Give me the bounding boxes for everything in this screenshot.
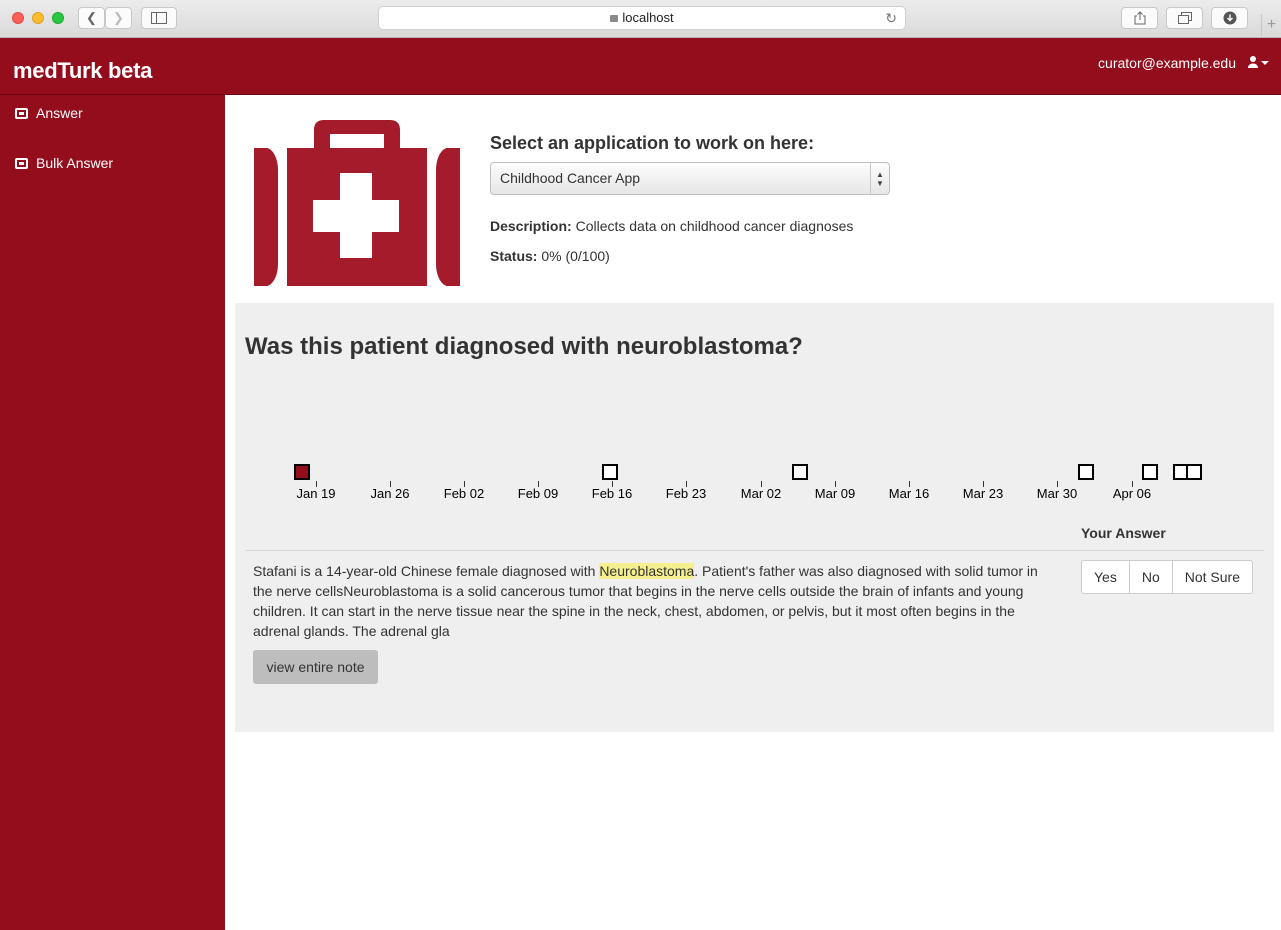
sidebar-toggle-button[interactable] bbox=[141, 7, 177, 29]
application-select-value: Childhood Cancer App bbox=[500, 170, 641, 186]
status-value: 0% (0/100) bbox=[541, 248, 610, 264]
note-text: Stafani is a 14-year-old Chinese female … bbox=[253, 561, 1053, 641]
browser-toolbar: ❮ ❯ localhost ↻ + bbox=[0, 0, 1281, 38]
lock-icon bbox=[610, 15, 619, 22]
forward-button[interactable]: ❯ bbox=[105, 7, 132, 29]
downloads-button[interactable] bbox=[1211, 7, 1248, 29]
url-text: localhost bbox=[622, 10, 674, 25]
answer-button-group: Yes No Not Sure bbox=[1081, 560, 1253, 594]
sidebar-item-bulk-answer[interactable]: Bulk Answer bbox=[15, 155, 113, 171]
address-bar[interactable]: localhost ↻ bbox=[378, 6, 906, 30]
plus-icon: + bbox=[1266, 16, 1277, 33]
answer-not-sure-button[interactable]: Not Sure bbox=[1173, 561, 1252, 593]
description-label: Description: bbox=[490, 218, 572, 234]
timeline-note-marker[interactable] bbox=[602, 464, 618, 480]
answer-yes-button[interactable]: Yes bbox=[1082, 561, 1130, 593]
chevron-left-icon: ❮ bbox=[86, 10, 97, 25]
timeline-tick-label: Mar 09 bbox=[814, 486, 856, 501]
timeline-tick-label: Feb 02 bbox=[443, 486, 485, 501]
timeline-tick-label: Feb 23 bbox=[665, 486, 707, 501]
your-answer-heading: Your Answer bbox=[1081, 525, 1166, 541]
zoom-window-button[interactable] bbox=[52, 12, 64, 24]
divider bbox=[245, 550, 1264, 551]
timeline-tick-label: Feb 16 bbox=[591, 486, 633, 501]
application-select[interactable]: Childhood Cancer App ▲ ▼ bbox=[490, 162, 890, 195]
tabs-button[interactable] bbox=[1166, 7, 1203, 29]
main-content: Select an application to work on here: C… bbox=[225, 95, 1281, 930]
answer-no-button[interactable]: No bbox=[1130, 561, 1173, 593]
tabs-icon bbox=[1177, 12, 1192, 24]
question-title: Was this patient diagnosed with neurobla… bbox=[245, 333, 803, 360]
status-label: Status: bbox=[490, 248, 538, 264]
sidebar-item-label: Answer bbox=[36, 105, 83, 121]
timeline-note-marker[interactable] bbox=[1142, 464, 1158, 480]
timeline-tick-label: Mar 23 bbox=[962, 486, 1004, 501]
user-menu-toggle[interactable] bbox=[1248, 56, 1270, 71]
minimize-window-button[interactable] bbox=[32, 12, 44, 24]
close-window-button[interactable] bbox=[12, 12, 24, 24]
sidebar-item-label: Bulk Answer bbox=[36, 155, 114, 171]
description-line: Description: Collects data on childhood … bbox=[490, 218, 853, 234]
timeline-tick-label: Mar 30 bbox=[1036, 486, 1078, 501]
view-entire-note-button[interactable]: view entire note bbox=[253, 650, 378, 684]
back-button[interactable]: ❮ bbox=[78, 7, 105, 29]
timeline-tick-label: Mar 16 bbox=[888, 486, 930, 501]
chevron-right-icon: ❯ bbox=[113, 10, 124, 25]
timeline-note-marker[interactable] bbox=[294, 464, 310, 480]
app-header: medTurk beta curator@example.edu bbox=[0, 38, 1281, 95]
share-icon bbox=[1134, 11, 1145, 25]
reload-icon[interactable]: ↻ bbox=[885, 7, 897, 29]
question-panel: Was this patient diagnosed with neurobla… bbox=[235, 303, 1274, 732]
timeline-tick-label: Jan 19 bbox=[296, 486, 336, 501]
timeline-tick-label: Apr 06 bbox=[1112, 486, 1152, 501]
timeline-note-marker[interactable] bbox=[792, 464, 808, 480]
timeline-note-marker[interactable] bbox=[1186, 464, 1202, 480]
note-text-before: Stafani is a 14-year-old Chinese female … bbox=[253, 563, 600, 579]
sidebar: Answer Bulk Answer bbox=[0, 95, 225, 930]
brand-title[interactable]: medTurk beta bbox=[13, 58, 152, 84]
user-email[interactable]: curator@example.edu bbox=[1098, 55, 1236, 71]
sidebar-item-answer[interactable]: Answer bbox=[15, 105, 83, 121]
medkit-icon bbox=[15, 107, 28, 119]
timeline-note-marker[interactable] bbox=[1078, 464, 1094, 480]
user-icon bbox=[1248, 56, 1269, 68]
description-text: Collects data on childhood cancer diagno… bbox=[575, 218, 854, 234]
select-arrows-icon: ▲ ▼ bbox=[870, 163, 889, 194]
new-tab-button[interactable]: + bbox=[1261, 14, 1281, 36]
note-highlight: Neuroblastoma bbox=[599, 563, 695, 579]
sidebar-icon bbox=[151, 12, 167, 24]
status-line: Status: 0% (0/100) bbox=[490, 248, 610, 264]
share-button[interactable] bbox=[1121, 7, 1158, 29]
timeline-tick-label: Feb 09 bbox=[517, 486, 559, 501]
timeline-tick-label: Jan 26 bbox=[370, 486, 410, 501]
download-icon bbox=[1223, 11, 1236, 25]
medkit-icon bbox=[254, 120, 460, 286]
medkit-icon bbox=[15, 157, 28, 169]
timeline-tick-label: Mar 02 bbox=[740, 486, 782, 501]
application-select-label: Select an application to work on here: bbox=[490, 133, 815, 153]
